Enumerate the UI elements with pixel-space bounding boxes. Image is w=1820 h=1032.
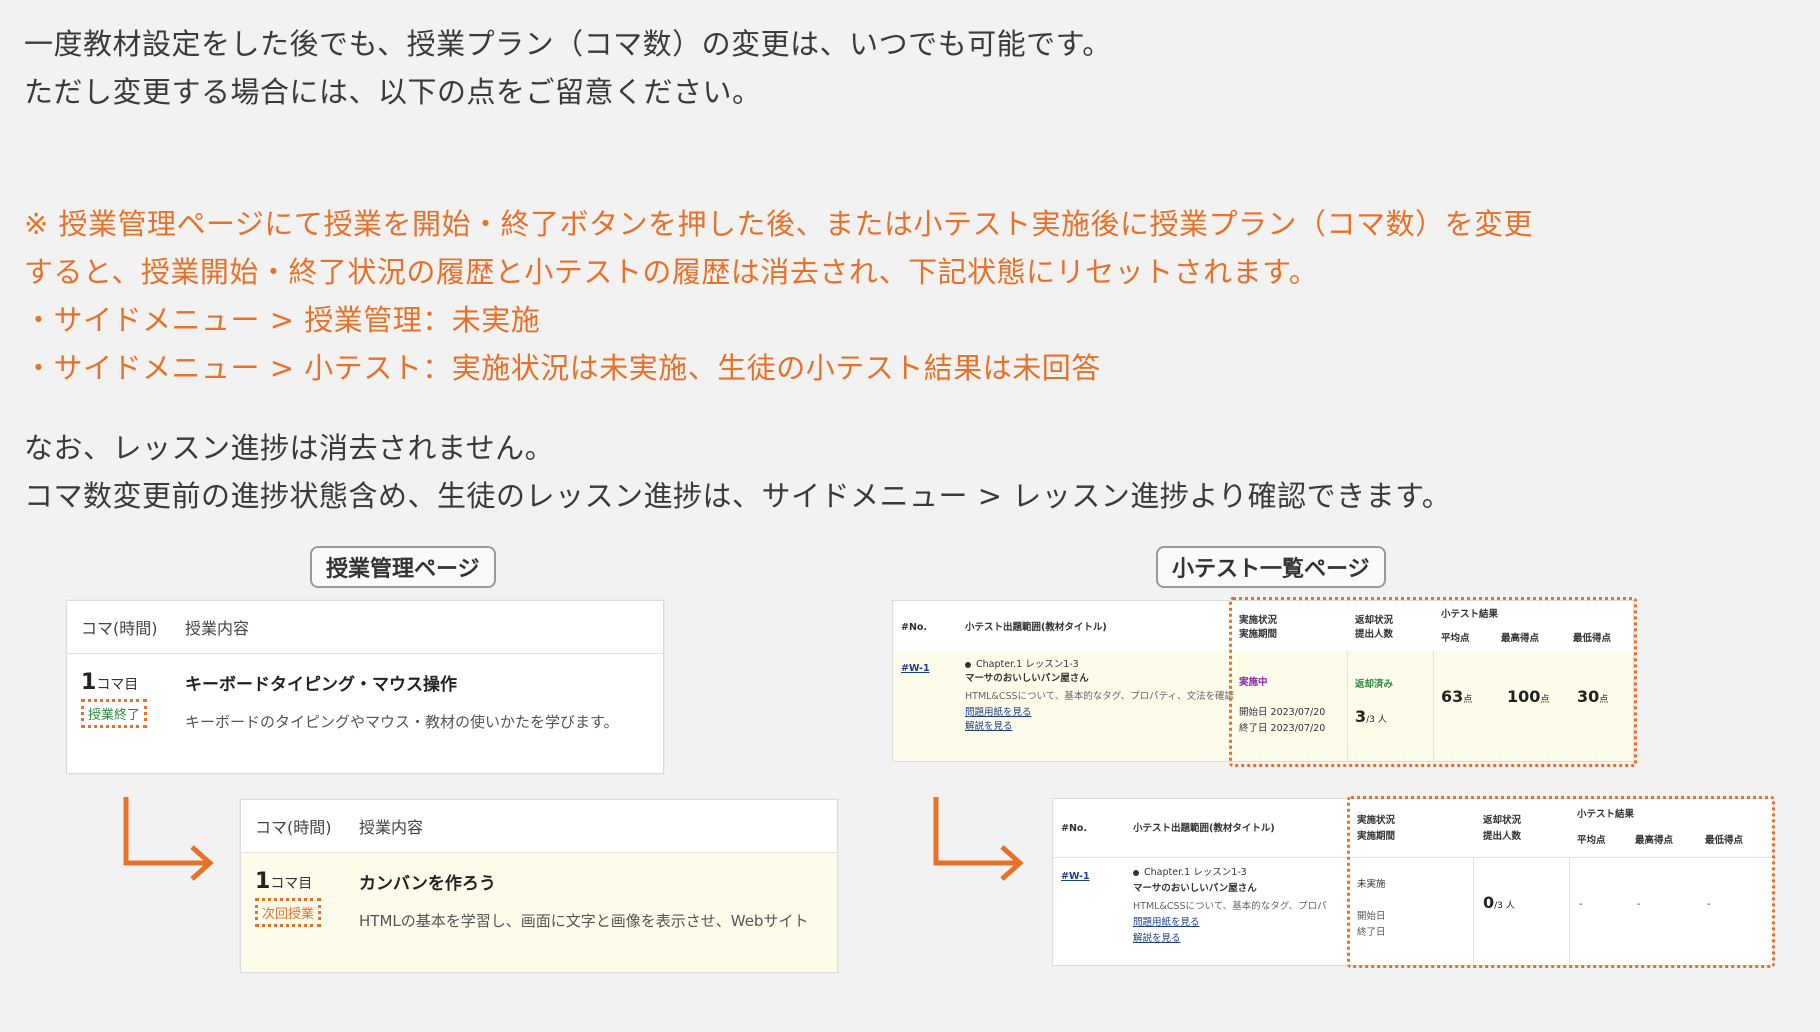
note-line-2: コマ数変更前の進捗状態含め、生徒のレッスン進捗は、サイドメニュー > レッスン進… xyxy=(24,479,1452,513)
col-koma-header: コマ(時間) xyxy=(81,619,158,638)
view-answer-link[interactable]: 解説を見る xyxy=(1133,931,1181,946)
warning-line-1: ※ 授業管理ページにて授業を開始・終了ボタンを押した後、または小テスト実施後に授… xyxy=(24,207,1533,241)
lesson-table-header: コマ(時間) 授業内容 xyxy=(67,601,663,654)
col-content-header: 授業内容 xyxy=(359,818,424,837)
arrow-down-right-icon xyxy=(123,797,214,881)
view-question-sheet-link[interactable]: 問題用紙を見る xyxy=(965,705,1032,720)
lesson-panel-before: コマ(時間) 授業内容 1コマ目 授業終了 キーボードタイピング・マウス操作 キ… xyxy=(66,600,664,774)
lesson-panel-after: コマ(時間) 授業内容 1コマ目 次回授業 カンバンを作ろう HTMLの基本を学… xyxy=(240,799,838,973)
warning-line-2: すると、授業開始・終了状況の履歴と小テストの履歴は消去され、下記状態にリセットさ… xyxy=(24,255,1319,289)
bullet-dot-icon xyxy=(1133,869,1139,876)
intro-text: 一度教材設定をした後でも、授業プラン（コマ数）の変更は、いつでも可能です。 ただ… xyxy=(24,20,1112,116)
col-range-header: 小テスト出題範囲(教材タイトル) xyxy=(965,622,1107,633)
quiz-title: マーサのおいしいパン屋さん xyxy=(1133,883,1257,894)
quiz-chapter: Chapter.1 レッスン1-3 xyxy=(976,659,1079,670)
status-badge-done: 授業終了 xyxy=(81,699,148,728)
intro-line-2: ただし変更する場合には、以下の点をご留意ください。 xyxy=(24,75,762,109)
lesson-title[interactable]: カンバンを作ろう xyxy=(359,869,808,894)
koma-indicator: 1コマ目 xyxy=(255,869,359,894)
view-answer-link[interactable]: 解説を見る xyxy=(965,719,1013,734)
quiz-description: HTML&CSSについて、基本的なタグ、プロパティ、文法を確認 xyxy=(965,691,1235,702)
highlight-box-before xyxy=(1229,597,1637,767)
lesson-row: 1コマ目 授業終了 キーボードタイピング・マウス操作 キーボードのタイピングやマ… xyxy=(67,654,663,732)
col-no-header: #No. xyxy=(1061,823,1088,834)
koma-number: 1 xyxy=(255,869,271,894)
col-content-header: 授業内容 xyxy=(185,619,250,638)
warning-line-3: ・サイドメニュー > 授業管理：未実施 xyxy=(24,303,541,337)
quiz-title: マーサのおいしいパン屋さん xyxy=(965,673,1089,684)
lesson-title[interactable]: キーボードタイピング・マウス操作 xyxy=(185,670,619,695)
lesson-row-highlighted: 1コマ目 次回授業 カンバンを作ろう HTMLの基本を学習し、画面に文字と画像を… xyxy=(241,853,837,972)
koma-unit: コマ目 xyxy=(270,876,313,892)
lesson-description: キーボードのタイピングやマウス・教材の使いかたを学びます。 xyxy=(185,713,619,731)
lesson-description: HTMLの基本を学習し、画面に文字と画像を表示させ、Webサイト xyxy=(359,912,809,930)
quiz-row-id-link[interactable]: #W-1 xyxy=(1061,869,1090,884)
lesson-page-caption: 授業管理ページ xyxy=(310,546,496,588)
lesson-table-header: コマ(時間) 授業内容 xyxy=(241,800,837,853)
note-line-1: なお、レッスン進捗は消去されません。 xyxy=(24,431,555,465)
bullet-dot-icon xyxy=(965,661,971,668)
note-text: なお、レッスン進捗は消去されません。 コマ数変更前の進捗状態含め、生徒のレッスン… xyxy=(24,424,1451,520)
col-no-header: #No. xyxy=(901,622,928,633)
intro-line-1: 一度教材設定をした後でも、授業プラン（コマ数）の変更は、いつでも可能です。 xyxy=(24,27,1112,61)
col-range-header: 小テスト出題範囲(教材タイトル) xyxy=(1133,823,1275,834)
warning-line-4: ・サイドメニュー > 小テスト：実施状況は未実施、生徒の小テスト結果は未回答 xyxy=(24,351,1101,385)
quiz-description: HTML&CSSについて、基本的なタグ、プロパ xyxy=(1133,901,1327,912)
warning-text: ※ 授業管理ページにて授業を開始・終了ボタンを押した後、または小テスト実施後に授… xyxy=(24,200,1533,392)
status-badge-next: 次回授業 xyxy=(255,898,322,927)
view-question-sheet-link[interactable]: 問題用紙を見る xyxy=(1133,915,1200,930)
koma-number: 1 xyxy=(81,670,97,695)
quiz-row-id-link[interactable]: #W-1 xyxy=(901,661,930,676)
col-koma-header: コマ(時間) xyxy=(255,818,332,837)
koma-unit: コマ目 xyxy=(96,677,139,693)
quiz-chapter: Chapter.1 レッスン1-3 xyxy=(1144,867,1247,878)
highlight-box-after xyxy=(1347,796,1775,968)
arrow-down-right-icon xyxy=(933,797,1024,881)
koma-indicator: 1コマ目 xyxy=(81,670,185,695)
quiz-page-caption: 小テスト一覧ページ xyxy=(1156,546,1386,588)
